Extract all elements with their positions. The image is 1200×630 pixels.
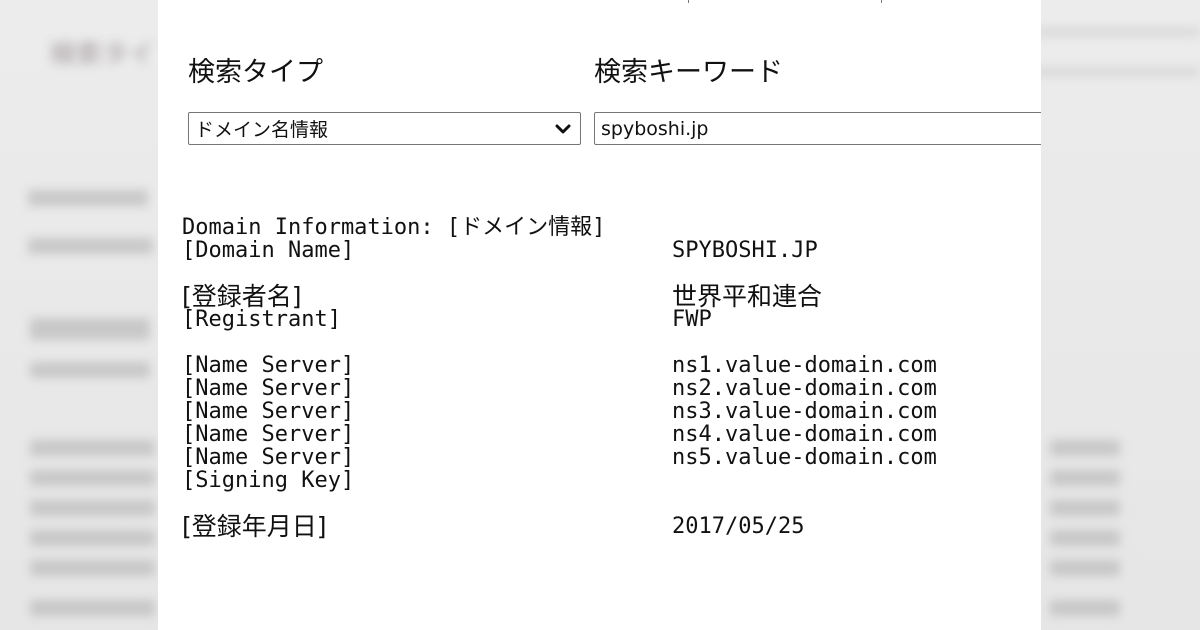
- blurred-block: [1050, 470, 1120, 486]
- blurred-block: [28, 190, 148, 206]
- result-value: 2017/05/25: [672, 514, 805, 539]
- result-rows: [Domain Name] SPYBOSHI.JP [登録者名] 世界平和連合 [Reg…: [182, 239, 1041, 541]
- result-value: SPYBOSHI.JP: [672, 238, 818, 263]
- result-key: [Name Server]: [182, 399, 355, 424]
- result-key: [Name Server]: [182, 353, 355, 378]
- search-keyword-label: 検索キーワード: [594, 57, 783, 88]
- result-row: [Registrant] FWP: [182, 308, 1041, 331]
- search-keyword-input[interactable]: spyboshi.jp: [594, 112, 1041, 145]
- blurred-block: [28, 238, 153, 254]
- result-key: [182, 331, 672, 354]
- blurred-block: [1050, 530, 1120, 546]
- result-key: [Registrant]: [182, 307, 341, 332]
- result-key: [Name Server]: [182, 422, 355, 447]
- result-value: ns5.value-domain.com: [672, 445, 937, 470]
- result-key: [Signing Key]: [182, 468, 355, 493]
- blurred-line: [1030, 68, 1200, 76]
- blurred-block: [30, 530, 155, 546]
- blurred-block: [30, 500, 155, 516]
- blurred-block: [1050, 500, 1120, 516]
- blurred-block: [30, 560, 155, 576]
- screenshot-stage: 検索タイ 検索タイプ 検索キーワード ドメイン名情報 spyboshi.jp D…: [0, 0, 1200, 630]
- result-key: [Domain Name]: [182, 238, 355, 263]
- result-key: [Name Server]: [182, 376, 355, 401]
- whois-result: Domain Information: [ドメイン情報] [Domain Nam…: [182, 216, 1041, 541]
- search-type-selected-value: ドメイン名情報: [195, 119, 329, 141]
- blurred-block: [30, 470, 155, 486]
- blurred-title: 検索タイ: [50, 40, 155, 70]
- result-value: 世界平和連合: [672, 282, 823, 311]
- blurred-block: [30, 440, 155, 456]
- top-tab-edge: [688, 0, 882, 3]
- result-value: ns3.value-domain.com: [672, 399, 937, 424]
- result-row: [Signing Key]: [182, 469, 1041, 492]
- search-type-select[interactable]: ドメイン名情報: [188, 112, 581, 145]
- whois-panel: 検索タイプ 検索キーワード ドメイン名情報 spyboshi.jp Domain…: [158, 0, 1041, 630]
- result-header: Domain Information: [ドメイン情報]: [182, 216, 1041, 239]
- result-key: [登録年月日]: [182, 512, 327, 541]
- result-row: [182, 331, 1041, 354]
- result-row: [Name Server] ns2.value-domain.com: [182, 377, 1041, 400]
- result-row: [Name Server] ns4.value-domain.com: [182, 423, 1041, 446]
- result-value: ns4.value-domain.com: [672, 422, 937, 447]
- blurred-block: [30, 362, 150, 378]
- blurred-block: [1050, 440, 1120, 456]
- result-row: [Name Server] ns3.value-domain.com: [182, 400, 1041, 423]
- blurred-block: [30, 600, 155, 616]
- result-value: ns1.value-domain.com: [672, 353, 937, 378]
- result-value: [672, 469, 1041, 492]
- blurred-block: [1050, 560, 1120, 576]
- search-type-label: 検索タイプ: [188, 57, 323, 88]
- blurred-block: [30, 318, 150, 340]
- result-key: [登録者名]: [182, 282, 302, 311]
- result-row: [Domain Name] SPYBOSHI.JP: [182, 239, 1041, 262]
- chevron-down-icon: [555, 124, 571, 134]
- result-value: [672, 331, 1041, 354]
- result-row: [182, 262, 1041, 285]
- result-value: FWP: [672, 307, 712, 332]
- result-header-text: Domain Information: [ドメイン情報]: [182, 215, 606, 240]
- result-row: [Name Server] ns1.value-domain.com: [182, 354, 1041, 377]
- result-row: [登録年月日] 2017/05/25: [182, 512, 1041, 541]
- result-key: [Name Server]: [182, 445, 355, 470]
- result-value: [672, 492, 1041, 515]
- result-row: [登録者名] 世界平和連合: [182, 282, 1041, 311]
- blurred-line: [1030, 28, 1200, 36]
- blurred-block: [1050, 600, 1120, 616]
- result-row: [Name Server] ns5.value-domain.com: [182, 446, 1041, 469]
- result-value: ns2.value-domain.com: [672, 376, 937, 401]
